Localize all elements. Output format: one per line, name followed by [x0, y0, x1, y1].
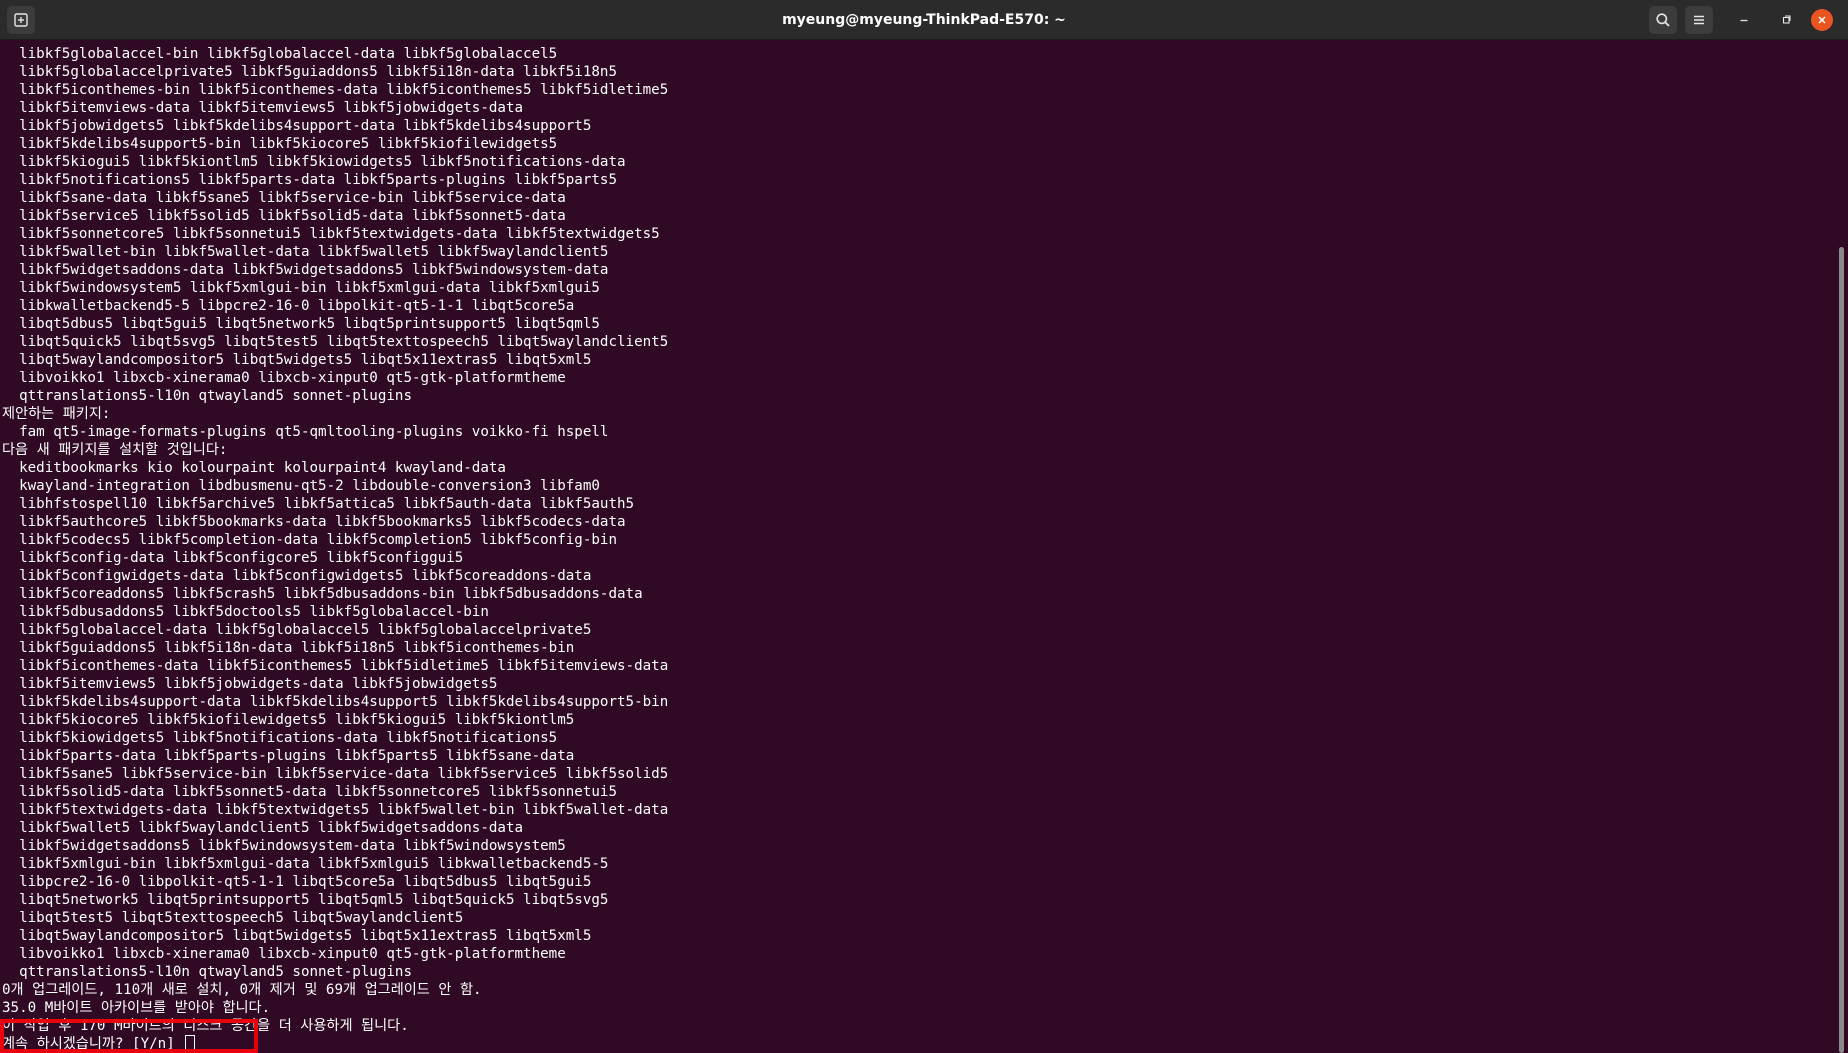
terminal-line: libkf5authcore5 libkf5bookmarks-data lib…: [2, 514, 626, 530]
terminal-line: fam qt5-image-formats-plugins qt5-qmltoo…: [2, 424, 609, 440]
terminal-line: libkf5xmlgui-bin libkf5xmlgui-data libkf…: [2, 856, 609, 872]
terminal-line: libkf5iconthemes-data libkf5iconthemes5 …: [2, 658, 669, 674]
terminal-line: libkf5config-data libkf5configcore5 libk…: [2, 550, 464, 566]
terminal-line: libkf5globalaccelprivate5 libkf5guiaddon…: [2, 64, 617, 80]
terminal-line: libkf5sane5 libkf5service-bin libkf5serv…: [2, 766, 669, 782]
terminal-line: kwayland-integration libdbusmenu-qt5-2 l…: [2, 478, 600, 494]
terminal-line: libkf5solid5-data libkf5sonnet5-data lib…: [2, 784, 617, 800]
terminal-line: libkf5iconthemes-bin libkf5iconthemes-da…: [2, 82, 669, 98]
terminal-line: libkf5kdelibs4support-data libkf5kdelibs…: [2, 694, 669, 710]
scrollbar-thumb[interactable]: [1839, 247, 1844, 1053]
terminal-line: libkf5kdelibs4support5-bin libkf5kiocore…: [2, 136, 558, 152]
terminal-window: myeung@myeung-ThinkPad-E570: ~ libkf5glo…: [0, 0, 1848, 1053]
terminal-line: libkf5jobwidgets5 libkf5kdelibs4support-…: [2, 118, 592, 134]
terminal-line: 이 작업 후 170 M바이트의 디스크 공간을 더 사용하게 됩니다.: [2, 1018, 409, 1034]
terminal-line: libqt5test5 libqt5texttospeech5 libqt5wa…: [2, 910, 464, 926]
terminal-line: libkf5textwidgets-data libkf5textwidgets…: [2, 802, 669, 818]
hamburger-menu-icon[interactable]: [1685, 6, 1713, 34]
terminal-line: 다음 새 패키지를 설치할 것입니다:: [2, 442, 228, 458]
terminal-line: libkf5coreaddons5 libkf5crash5 libkf5dbu…: [2, 586, 643, 602]
terminal-line: libkf5configwidgets-data libkf5configwid…: [2, 568, 592, 584]
terminal-line: libqt5dbus5 libqt5gui5 libqt5network5 li…: [2, 316, 600, 332]
terminal-line: libkf5dbusaddons5 libkf5doctools5 libkf5…: [2, 604, 489, 620]
prompt-highlight-box: [0, 1019, 258, 1053]
terminal-line: qttranslations5-l10n qtwayland5 sonnet-p…: [2, 388, 412, 404]
window-title: myeung@myeung-ThinkPad-E570: ~: [782, 12, 1066, 28]
terminal-line: libkf5kiowidgets5 libkf5notifications-da…: [2, 730, 558, 746]
terminal-line: libkf5notifications5 libkf5parts-data li…: [2, 172, 617, 188]
terminal-line: libkwalletbackend5-5 libpcre2-16-0 libpo…: [2, 298, 575, 314]
terminal-line: libkf5service5 libkf5solid5 libkf5solid5…: [2, 208, 566, 224]
terminal-line: 제안하는 패키지:: [2, 406, 111, 422]
terminal-line: qttranslations5-l10n qtwayland5 sonnet-p…: [2, 964, 412, 980]
terminal-line: libkf5globalaccel-data libkf5globalaccel…: [2, 622, 592, 638]
terminal-prompt-line: 계속 하시겠습니까? [Y/n]: [2, 1035, 1830, 1053]
terminal-line: 35.0 M바이트 아카이브를 받아야 합니다.: [2, 1000, 271, 1016]
title-bar: myeung@myeung-ThinkPad-E570: ~: [0, 0, 1848, 40]
terminal-line: libkf5guiaddons5 libkf5i18n-data libkf5i…: [2, 640, 575, 656]
terminal-line: 0개 업그레이드, 110개 새로 설치, 0개 제거 및 69개 업그레이드 …: [2, 982, 482, 998]
terminal-line: libqt5network5 libqt5printsupport5 libqt…: [2, 892, 609, 908]
minimize-icon[interactable]: [1730, 6, 1758, 34]
terminal-line: libkf5windowsystem5 libkf5xmlgui-bin lib…: [2, 280, 600, 296]
terminal-line: libkf5parts-data libkf5parts-plugins lib…: [2, 748, 575, 764]
terminal-line: libqt5waylandcompositor5 libqt5widgets5 …: [2, 352, 592, 368]
terminal-line: libkf5globalaccel-bin libkf5globalaccel-…: [2, 46, 558, 62]
terminal-line: keditbookmarks kio kolourpaint kolourpai…: [2, 460, 506, 476]
terminal-line: libkf5codecs5 libkf5completion-data libk…: [2, 532, 617, 548]
terminal-line: libkf5sane-data libkf5sane5 libkf5servic…: [2, 190, 566, 206]
terminal-line: libkf5widgetsaddons-data libkf5widgetsad…: [2, 262, 609, 278]
terminal-line: libkf5widgetsaddons5 libkf5windowsystem-…: [2, 838, 566, 854]
terminal-line: libkf5itemviews-data libkf5itemviews5 li…: [2, 100, 524, 116]
terminal-line: libpcre2-16-0 libpolkit-qt5-1-1 libqt5co…: [2, 874, 592, 890]
terminal-line: libqt5quick5 libqt5svg5 libqt5test5 libq…: [2, 334, 669, 350]
terminal-line: libkf5kiocore5 libkf5kiofilewidgets5 lib…: [2, 712, 575, 728]
scrollbar[interactable]: [1834, 41, 1848, 1053]
terminal-line: libkf5sonnetcore5 libkf5sonnetui5 libkf5…: [2, 226, 660, 242]
maximize-icon[interactable]: [1772, 6, 1800, 34]
close-icon[interactable]: [1811, 9, 1833, 31]
search-icon[interactable]: [1649, 6, 1677, 34]
terminal-line: libkf5kiogui5 libkf5kiontlm5 libkf5kiowi…: [2, 154, 626, 170]
terminal-line: libqt5waylandcompositor5 libqt5widgets5 …: [2, 928, 592, 944]
terminal-line: libkf5itemviews5 libkf5jobwidgets-data l…: [2, 676, 498, 692]
terminal-line: libvoikko1 libxcb-xinerama0 libxcb-xinpu…: [2, 370, 566, 386]
terminal-line: libvoikko1 libxcb-xinerama0 libxcb-xinpu…: [2, 946, 566, 962]
terminal-line: libhfstospell10 libkf5archive5 libkf5att…: [2, 496, 635, 512]
terminal-line: libkf5wallet-bin libkf5wallet-data libkf…: [2, 244, 609, 260]
terminal-line: libkf5wallet5 libkf5waylandclient5 libkf…: [2, 820, 524, 836]
terminal-output[interactable]: libkf5globalaccel-bin libkf5globalaccel-…: [0, 41, 1830, 1053]
